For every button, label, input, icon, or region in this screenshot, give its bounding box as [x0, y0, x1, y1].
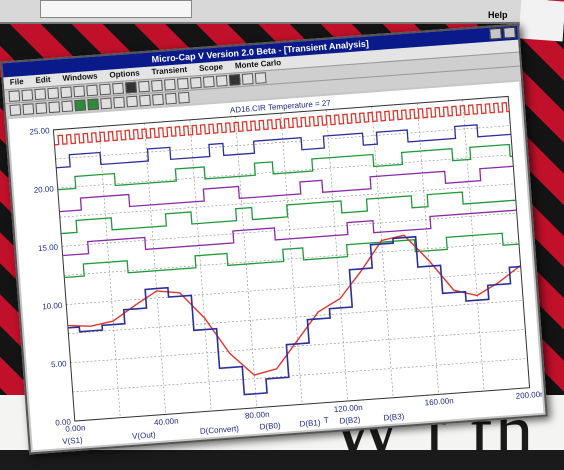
- slope-icon[interactable]: [202, 75, 215, 88]
- x-tick-label: 40.00n: [154, 416, 179, 427]
- node-icon[interactable]: [35, 102, 48, 115]
- cursor-icon[interactable]: [164, 78, 176, 91]
- play-icon[interactable]: [228, 74, 241, 86]
- pulse-icon[interactable]: [139, 94, 151, 107]
- trace-label: D(B3): [383, 412, 405, 423]
- text-tool-icon[interactable]: [34, 88, 47, 101]
- background-window-panel: [40, 0, 192, 18]
- series-line-vs1: [67, 234, 522, 376]
- grid-line-horizontal: [64, 241, 519, 276]
- print-icon[interactable]: [138, 80, 150, 93]
- menu-scope[interactable]: Scope: [199, 61, 224, 75]
- label-icon[interactable]: [48, 101, 61, 114]
- trace-style-icon[interactable]: [87, 98, 100, 111]
- select-tool-icon[interactable]: [8, 90, 21, 103]
- grid-line-horizontal: [55, 125, 511, 160]
- digital-icon[interactable]: [100, 97, 113, 110]
- flag-icon[interactable]: [61, 100, 74, 113]
- grid-line-horizontal: [70, 329, 526, 364]
- ground-icon[interactable]: [112, 82, 124, 95]
- x-tick-label: 200.00n: [515, 390, 543, 401]
- minimize-icon[interactable]: [489, 27, 502, 40]
- hand-icon[interactable]: [22, 103, 35, 116]
- trace-label: D(B1): [299, 418, 321, 429]
- pause-icon[interactable]: [254, 72, 267, 84]
- x-tick-label: 0.00n: [65, 423, 86, 433]
- plot-area[interactable]: AD16.CIR Temperature = 27 25.00 20.00 15.00…: [8, 81, 544, 451]
- grid-line-horizontal: [68, 300, 524, 335]
- fft-icon[interactable]: [165, 92, 177, 105]
- grid-icon[interactable]: [151, 79, 163, 92]
- plot-header: AD16.CIR Temperature = 27: [230, 98, 332, 114]
- resistor-icon[interactable]: [60, 86, 73, 99]
- x-tick-label: 160.00n: [424, 396, 454, 407]
- grid-line-horizontal: [61, 212, 517, 247]
- capacitor-icon[interactable]: [73, 85, 86, 98]
- x-tick-label: 80.00n: [245, 410, 270, 421]
- x-tick-label: 120.00n: [333, 403, 363, 414]
- y-tick-label: 15.00: [38, 243, 59, 253]
- y-tick-label: 5.00: [51, 359, 68, 369]
- trace-label: V(Out): [132, 430, 156, 441]
- trace-label: D(Convert): [200, 424, 240, 436]
- inductor-icon[interactable]: [86, 84, 99, 97]
- menu-edit[interactable]: Edit: [35, 74, 51, 87]
- transient-analysis-window[interactable]: Micro-Cap V Version 2.0 Beta - [Transien…: [0, 23, 548, 455]
- grid-line-vertical: [144, 123, 167, 415]
- paper-note: [518, 0, 564, 42]
- diode-icon[interactable]: [99, 83, 111, 96]
- peak-icon[interactable]: [176, 77, 189, 90]
- x-axis-label: T: [323, 415, 329, 424]
- analog-icon[interactable]: [113, 96, 125, 109]
- arrow-icon[interactable]: [9, 104, 22, 116]
- grid-line-horizontal: [72, 358, 528, 393]
- wire-tool-icon[interactable]: [47, 87, 60, 100]
- trace-label: V(S1): [62, 436, 83, 446]
- trace-label: D(B0): [259, 421, 281, 432]
- stop-icon[interactable]: [241, 73, 254, 85]
- zoom-icon[interactable]: [21, 89, 34, 102]
- grid-line-vertical: [371, 106, 394, 398]
- trace-label: D(B2): [339, 415, 361, 426]
- y-tick-label: 10.00: [42, 301, 63, 311]
- help-menu[interactable]: Help: [488, 10, 508, 20]
- scope-icon[interactable]: [125, 81, 137, 94]
- trace-color-icon[interactable]: [74, 99, 87, 112]
- background-window-edge: Help: [0, 0, 548, 24]
- menu-file[interactable]: File: [9, 76, 24, 89]
- grid-line-vertical: [462, 99, 485, 392]
- valley-icon[interactable]: [189, 76, 202, 89]
- y-tick-label: 20.00: [33, 184, 54, 194]
- transient-plot[interactable]: AD16.CIR Temperature = 27 25.00 20.00 15.00…: [9, 82, 544, 449]
- measure-icon[interactable]: [215, 75, 228, 87]
- stepping-icon[interactable]: [178, 91, 190, 104]
- waveform-icon[interactable]: [126, 95, 138, 108]
- sine-icon[interactable]: [152, 93, 164, 106]
- grid-line-vertical: [235, 116, 258, 408]
- menu-options[interactable]: Options: [109, 67, 140, 81]
- y-tick-label: 25.00: [29, 126, 50, 136]
- maximize-icon[interactable]: [503, 26, 516, 39]
